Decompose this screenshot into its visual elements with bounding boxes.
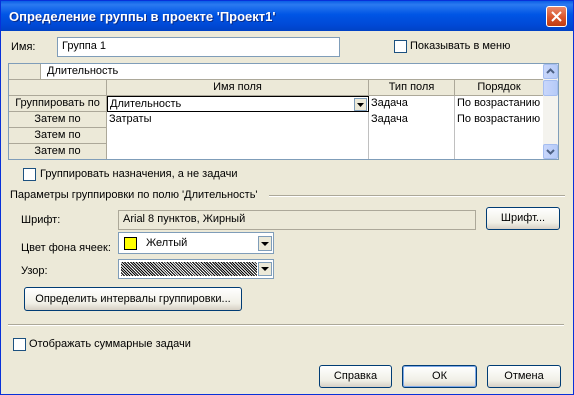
window-title: Определение группы в проекте 'Проект1' bbox=[9, 9, 276, 24]
field-name-cell[interactable] bbox=[107, 128, 369, 144]
font-label: Шрифт: bbox=[21, 214, 61, 226]
chevron-down-icon bbox=[546, 149, 555, 155]
field-type-cell[interactable] bbox=[369, 144, 455, 159]
order-cell[interactable] bbox=[455, 144, 544, 159]
close-button[interactable] bbox=[546, 6, 567, 27]
chevron-up-icon bbox=[546, 68, 555, 74]
help-button[interactable]: Справка bbox=[319, 365, 392, 388]
define-intervals-button[interactable]: Определить интервалы группировки... bbox=[24, 287, 242, 311]
field-name-select[interactable]: Длительность bbox=[107, 96, 369, 112]
dialog-window: Определение группы в проекте 'Проект1' И… bbox=[0, 0, 574, 395]
ok-button[interactable]: ОК bbox=[402, 365, 477, 388]
pattern-dropdown-button[interactable] bbox=[258, 262, 272, 276]
row-header: Затем по bbox=[9, 144, 107, 159]
edit-bar-corner bbox=[9, 64, 41, 80]
cell-bg-label: Цвет фона ячеек: bbox=[21, 242, 111, 254]
name-input[interactable]: Группа 1 bbox=[57, 37, 340, 57]
group-fields-grid: Длительность Имя поля Тип поля Порядок Г… bbox=[8, 63, 559, 160]
chevron-down-icon bbox=[261, 267, 269, 271]
show-summary-checkbox[interactable] bbox=[13, 338, 26, 351]
chevron-down-icon bbox=[357, 103, 364, 107]
show-summary-label: Отображать суммарные задачи bbox=[29, 338, 191, 350]
field-type-cell[interactable] bbox=[369, 128, 455, 144]
close-icon bbox=[551, 11, 562, 22]
pattern-swatch bbox=[121, 262, 257, 276]
field-type-cell[interactable]: Задача bbox=[369, 96, 455, 112]
row-header: Группировать по bbox=[9, 96, 107, 112]
grid-edit-bar[interactable]: Длительность bbox=[41, 64, 544, 80]
params-group-title: Параметры группировки по полю 'Длительно… bbox=[10, 189, 258, 201]
cell-bg-value: Желтый bbox=[146, 237, 188, 249]
scroll-up-button[interactable] bbox=[543, 64, 558, 79]
order-cell[interactable] bbox=[455, 128, 544, 144]
color-swatch bbox=[124, 237, 137, 250]
pattern-select[interactable] bbox=[118, 259, 274, 279]
field-name-value: Длительность bbox=[110, 98, 182, 110]
title-bar[interactable]: Определение группы в проекте 'Проект1' bbox=[1, 1, 573, 31]
column-header-field-type[interactable]: Тип поля bbox=[369, 80, 455, 96]
group-assignments-label: Группировать назначения, а не задачи bbox=[40, 168, 238, 180]
font-button[interactable]: Шрифт... bbox=[486, 207, 560, 230]
font-value: Arial 8 пунктов, Жирный bbox=[118, 210, 476, 230]
field-type-cell[interactable]: Задача bbox=[369, 112, 455, 128]
order-cell[interactable]: По возрастанию bbox=[455, 112, 544, 128]
row-header: Затем по bbox=[9, 128, 107, 144]
bottom-divider bbox=[8, 324, 564, 326]
show-in-menu-label: Показывать в меню bbox=[410, 40, 511, 52]
grid-scrollbar[interactable] bbox=[543, 64, 558, 159]
cell-bg-dropdown-button[interactable] bbox=[258, 236, 272, 251]
grid-corner bbox=[9, 80, 107, 96]
show-in-menu-checkbox[interactable] bbox=[394, 40, 407, 53]
column-header-field-name[interactable]: Имя поля bbox=[107, 80, 369, 96]
pattern-label: Узор: bbox=[21, 265, 48, 277]
cancel-button[interactable]: Отмена bbox=[487, 365, 561, 388]
name-label: Имя: bbox=[11, 41, 36, 53]
field-name-dropdown-button[interactable] bbox=[354, 98, 367, 111]
group-assignments-checkbox[interactable] bbox=[23, 168, 36, 181]
column-header-order[interactable]: Порядок bbox=[455, 80, 544, 96]
params-divider bbox=[269, 195, 565, 197]
scroll-down-button[interactable] bbox=[543, 144, 558, 159]
scroll-thumb[interactable] bbox=[543, 80, 558, 96]
row-header: Затем по bbox=[9, 112, 107, 128]
chevron-down-icon bbox=[261, 242, 269, 246]
order-cell[interactable]: По возрастанию bbox=[455, 96, 544, 112]
cell-bg-select[interactable]: Желтый bbox=[118, 232, 274, 254]
field-name-cell[interactable]: Затраты bbox=[107, 112, 369, 128]
field-name-cell[interactable] bbox=[107, 144, 369, 159]
